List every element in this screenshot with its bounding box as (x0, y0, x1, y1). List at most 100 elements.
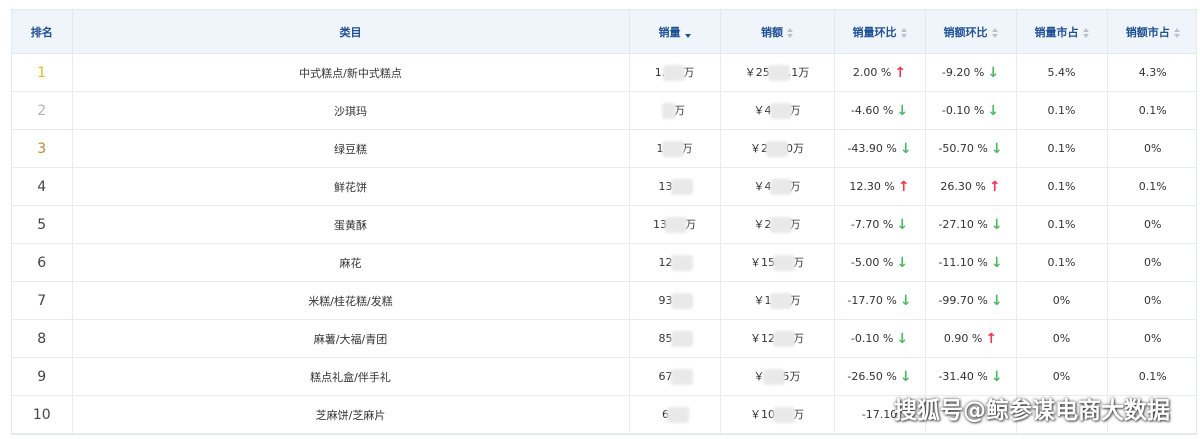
amount-mom-value: 26.30 % (940, 179, 986, 193)
amount-share-cell: 0% (1107, 243, 1196, 282)
amount-mom-cell: -31.40 % ↓ (925, 357, 1017, 396)
amount-share-cell: 0% (1107, 205, 1196, 244)
amount-share-cell: 0% (1107, 319, 1196, 358)
redacted-value (670, 178, 693, 195)
arrow-up-icon: ↑ (988, 178, 1001, 195)
redacted-value (670, 254, 693, 271)
redacted-value (773, 331, 795, 347)
amount-mom-value: -27.10 % (938, 217, 988, 231)
table-row[interactable]: 3 绿豆糕 1万 ￥2 0万 -43.90 % ↓ -50.70 % ↓ 0.1% 0… (12, 129, 1196, 168)
sort-caret-icon[interactable] (900, 27, 907, 38)
sales-amount-prefix: ￥4 (753, 180, 772, 193)
table-row[interactable]: 6 麻花 12 ￥15 万 -5.00 % ↓ -11.10 % ↓ 0.1% 0% (12, 243, 1196, 282)
arrow-down-icon: ↓ (896, 216, 909, 233)
volume-mom-cell: -0.10 % ↓ (834, 319, 926, 358)
sort-caret-icon[interactable] (684, 28, 691, 38)
arrow-down-icon: ↓ (896, 102, 909, 119)
amount-mom-value: -31.40 % (938, 369, 988, 383)
amount-mom-cell: -99.70 % ↓ (925, 281, 1017, 320)
amount-mom-value: -50.70 % (938, 141, 988, 155)
sales-amount-cell: ￥15 万 (720, 243, 835, 282)
sales-amount-prefix: ￥4 (753, 104, 772, 117)
volume-mom-cell: 2.00 % ↑ (834, 53, 926, 92)
amount-mom-value: -9.20 % (941, 65, 985, 79)
sales-amount-prefix: ￥25 (744, 66, 770, 79)
arrow-down-icon: ↓ (990, 140, 1003, 157)
table-row[interactable]: 8 麻薯/大福/青团 85 ￥12 万 -0.10 % ↓ 0.90 % ↑ 0% 0… (12, 319, 1196, 358)
sort-caret-icon[interactable] (1173, 27, 1180, 38)
table-row[interactable]: 2 沙琪玛 万 ￥4 万 -4.60 % ↓ -0.10 % ↓ 0.1% 0.1% (12, 91, 1196, 130)
table-row[interactable]: 9 糕点礼盒/伴手礼 67 ￥ 5万 -26.50 % ↓ -31.40 % ↓ 0%… (12, 357, 1196, 396)
sales-amount-prefix: ￥1 (753, 294, 772, 307)
amount-mom-value: -0.10 % (941, 103, 985, 117)
header-sales-amount-label: 销额 (761, 25, 783, 39)
amount-share-cell: 0% (1107, 281, 1196, 320)
sales-ranking-table: 排名 类目 销量 销额 销量环比 销额环比 销量市占 销额市占 1 中式糕点/新… (12, 10, 1196, 434)
rank-cell: 3 (12, 129, 73, 168)
sales-volume-cell: 6 (629, 395, 721, 434)
redacted-value (670, 330, 693, 347)
redacted-value (769, 293, 792, 309)
category-cell: 蛋黄酥 (72, 205, 630, 244)
amount-share-cell: 0.1% (1107, 357, 1196, 396)
sort-caret-icon[interactable] (787, 27, 793, 38)
header-volume-mom[interactable]: 销量环比 (834, 10, 926, 54)
table-row[interactable]: 1 中式糕点/新中式糕点 1. 万 ￥25 .1万 2.00 % ↑ -9.20 % ↓… (12, 53, 1196, 92)
volume-mom-value: 2.00 % (852, 65, 892, 79)
arrow-down-icon: ↓ (899, 140, 912, 157)
redacted-value (663, 65, 686, 81)
redacted-value (769, 179, 792, 195)
sales-volume-cell: 13 万 (629, 205, 721, 244)
arrow-down-icon: ↓ (990, 254, 1003, 271)
sales-volume-cell: 1万 (629, 129, 721, 168)
header-volume-share[interactable]: 销量市占 (1016, 10, 1108, 54)
amount-mom-value: -11.10 % (938, 255, 988, 269)
volume-mom-value: -5.00 % (850, 255, 894, 269)
redacted-value (661, 141, 684, 157)
header-sales-volume[interactable]: 销量 (629, 10, 721, 54)
category-cell: 米糕/桂花糕/发糕 (72, 281, 630, 320)
volume-share-cell: 0.1% (1016, 129, 1108, 168)
sales-amount-cell: ￥2 万 (720, 205, 835, 244)
header-amount-share[interactable]: 销额市占 (1107, 10, 1196, 54)
volume-mom-value: -17.10 (861, 408, 898, 421)
arrow-up-icon: ↑ (985, 330, 998, 347)
header-sales-amount[interactable]: 销额 (720, 10, 835, 54)
amount-mom-value: 0.90 % (943, 331, 983, 345)
amount-share-cell: 0.1% (1107, 91, 1196, 130)
category-cell: 沙琪玛 (72, 91, 630, 130)
volume-share-cell: 5.4% (1016, 53, 1108, 92)
category-cell: 麻薯/大福/青团 (72, 319, 630, 358)
amount-mom-cell: -0.10 % ↓ (925, 91, 1017, 130)
redacted-value (665, 217, 687, 233)
header-category: 类目 (72, 10, 630, 54)
sort-caret-icon[interactable] (991, 27, 998, 38)
table-header-row: 排名 类目 销量 销额 销量环比 销额环比 销量市占 销额市占 (12, 10, 1196, 54)
volume-share-cell: 0.1% (1016, 91, 1108, 130)
arrow-down-icon: ↓ (896, 330, 909, 347)
sales-amount-suffix: 0万 (786, 142, 804, 155)
arrow-down-icon: ↓ (990, 368, 1003, 385)
sales-amount-cell: ￥10 万 (720, 395, 835, 434)
table-row[interactable]: 4 鲜花饼 13 ￥4 万 12.30 % ↑ 26.30 % ↑ 0.1% 0.1% (12, 167, 1196, 206)
rank-cell: 5 (12, 205, 73, 244)
table-row[interactable]: 7 米糕/桂花糕/发糕 93 ￥1 万 -17.70 % ↓ -99.70 % ↓ 0… (12, 281, 1196, 320)
sales-volume-cell: 万 (629, 91, 721, 130)
volume-share-cell: 0% (1016, 357, 1108, 396)
redacted-value (670, 368, 693, 385)
rank-cell: 10 (12, 395, 73, 434)
volume-mom-value: -43.90 % (847, 141, 897, 155)
header-amount-mom[interactable]: 销额环比 (925, 10, 1017, 54)
arrow-down-icon: ↓ (987, 64, 1000, 81)
sales-amount-cell: ￥2 0万 (720, 129, 835, 168)
table-row[interactable]: 5 蛋黄酥 13 万 ￥2 万 -7.70 % ↓ -27.10 % ↓ 0.1% 0% (12, 205, 1196, 244)
amount-mom-value: -99.70 % (938, 293, 988, 307)
sales-volume-cell: 67 (629, 357, 721, 396)
redacted-value (769, 103, 792, 119)
redacted-value (670, 292, 693, 309)
volume-share-cell: 0% (1016, 281, 1108, 320)
amount-share-cell: 0.1% (1107, 167, 1196, 206)
redacted-value (662, 103, 676, 119)
sort-caret-icon[interactable] (1082, 27, 1089, 38)
amount-share-cell: 4.3% (1107, 53, 1196, 92)
